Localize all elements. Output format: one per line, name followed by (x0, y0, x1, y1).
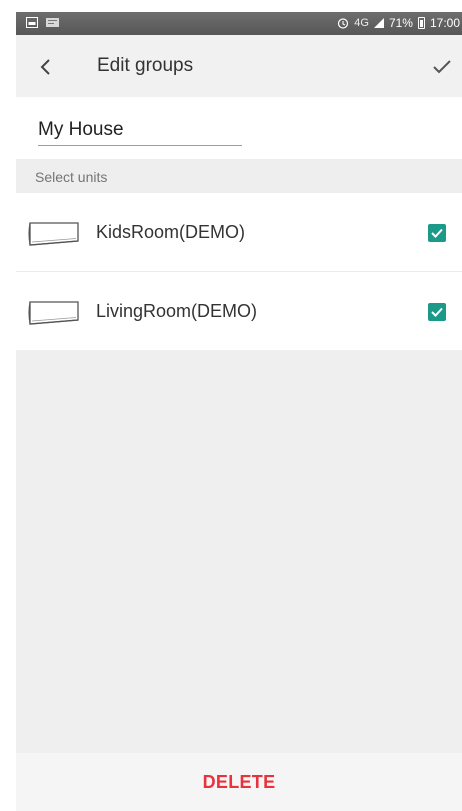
checkmark-icon (433, 60, 451, 74)
signal-icon (373, 18, 384, 28)
message-notification-icon (46, 18, 59, 27)
unit-name: LivingRoom(DEMO) (96, 301, 258, 321)
air-conditioner-icon (28, 301, 79, 325)
unit-checkbox[interactable] (428, 224, 446, 242)
phone-frame: 4G 71% 17:00 Edit groups My House Select… (0, 0, 462, 811)
air-conditioner-icon (28, 222, 79, 246)
chevron-left-icon (40, 59, 50, 75)
network-type: 4G (354, 17, 369, 29)
alarm-icon (338, 18, 349, 29)
gallery-notification-icon (26, 17, 38, 28)
app-bar: Edit groups (16, 35, 462, 97)
group-name-area (16, 97, 462, 159)
battery-percent: 71% (388, 16, 413, 30)
unit-row-kidsroom[interactable]: KidsRoom(DEMO) (16, 193, 462, 272)
page-title: Edit groups (97, 55, 194, 76)
check-icon (431, 228, 443, 238)
section-header: Select units (16, 159, 462, 193)
delete-button[interactable]: DELETE (183, 766, 296, 799)
app-screen: 4G 71% 17:00 Edit groups My House Select… (16, 12, 462, 811)
unit-row-livingroom[interactable]: LivingRoom(DEMO) (16, 272, 462, 350)
section-label: Select units (35, 169, 108, 185)
status-left (26, 17, 59, 28)
battery-icon (417, 17, 425, 29)
group-name-input[interactable] (38, 117, 242, 146)
status-time: 17:00 (429, 16, 460, 30)
check-icon (431, 307, 443, 317)
confirm-button[interactable] (426, 51, 458, 83)
unit-checkbox[interactable] (428, 303, 446, 321)
bottom-bar: DELETE (16, 753, 462, 811)
status-bar: 4G 71% 17:00 (16, 12, 462, 35)
unit-name: KidsRoom(DEMO) (96, 222, 246, 242)
back-button[interactable] (30, 51, 62, 83)
unit-list: KidsRoom(DEMO) LivingRoom(DEMO) (16, 193, 462, 350)
status-right: 4G 71% 17:00 (337, 16, 460, 30)
